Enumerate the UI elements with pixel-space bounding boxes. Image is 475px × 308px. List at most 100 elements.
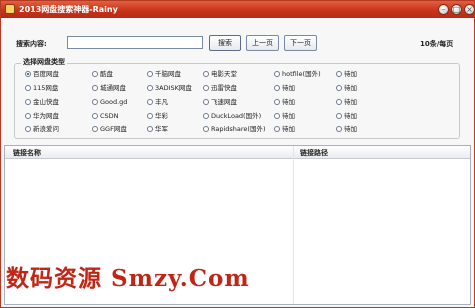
radio-icon[interactable] — [25, 71, 31, 77]
disk-option[interactable]: 迅雷快盘 — [203, 84, 237, 93]
disk-option[interactable]: 金山快盘 — [25, 98, 59, 107]
radio-icon[interactable] — [25, 113, 31, 119]
disk-option[interactable]: hotfile(国外) — [274, 70, 321, 79]
radio-icon[interactable] — [92, 126, 98, 132]
disk-option-label: 待加 — [282, 125, 295, 133]
radio-icon[interactable] — [147, 126, 153, 132]
disk-option-label: 丰凡 — [155, 98, 168, 106]
radio-icon[interactable] — [92, 85, 98, 91]
radio-icon[interactable] — [203, 113, 209, 119]
disk-option[interactable]: GGF网盘 — [92, 125, 127, 134]
disk-option-label: 华彩 — [155, 112, 168, 120]
disk-option[interactable]: 电影天堂 — [203, 70, 237, 79]
radio-icon[interactable] — [336, 113, 342, 119]
disk-option[interactable]: 飞速网盘 — [203, 98, 237, 107]
search-button[interactable]: 搜索 — [209, 35, 241, 51]
disk-option[interactable]: 待加 — [274, 84, 295, 93]
disk-option-label: 新浪爱问 — [33, 125, 59, 133]
radio-icon[interactable] — [25, 99, 31, 105]
disk-option-label: 华为网盘 — [33, 112, 59, 120]
radio-icon[interactable] — [92, 71, 98, 77]
disk-option[interactable]: 115网盘 — [25, 84, 58, 93]
radio-icon[interactable] — [336, 85, 342, 91]
disk-option[interactable]: Rapidshare(国外) — [203, 125, 266, 134]
disk-option[interactable]: 华为网盘 — [25, 112, 59, 121]
disk-option-label: 电影天堂 — [211, 70, 237, 78]
column-link-path[interactable]: 链接路径 — [300, 148, 328, 158]
disk-option-label: 待加 — [344, 98, 357, 106]
disk-option-label: Rapidshare(国外) — [211, 125, 266, 133]
radio-icon[interactable] — [25, 85, 31, 91]
disk-option[interactable]: 待加 — [274, 98, 295, 107]
disk-option[interactable]: 待加 — [274, 112, 295, 121]
app-icon — [5, 4, 15, 14]
disk-option-label: 酷盘 — [100, 70, 113, 78]
per-page-label: 10条/每页 — [420, 40, 454, 48]
disk-option[interactable]: 待加 — [336, 98, 357, 107]
disk-option-label: 待加 — [344, 112, 357, 120]
disk-option-label: 待加 — [344, 70, 357, 78]
disk-option-label: 115网盘 — [33, 84, 59, 92]
disk-option-label: 待加 — [282, 98, 295, 106]
radio-icon[interactable] — [147, 71, 153, 77]
disk-type-group-title: 选择网盘类型 — [21, 57, 67, 67]
disk-option-label: 待加 — [282, 84, 295, 92]
disk-option[interactable]: 待加 — [336, 125, 357, 134]
disk-option[interactable]: 待加 — [336, 70, 357, 79]
radio-icon[interactable] — [147, 113, 153, 119]
radio-icon[interactable] — [147, 85, 153, 91]
radio-icon[interactable] — [25, 126, 31, 132]
disk-option-label: 迅雷快盘 — [211, 84, 237, 92]
disk-option[interactable]: CSDN — [92, 112, 119, 121]
maximize-icon[interactable]: □ — [451, 4, 462, 15]
search-input[interactable] — [67, 36, 203, 49]
radio-icon[interactable] — [274, 85, 280, 91]
disk-option-label: 待加 — [344, 84, 357, 92]
disk-option-label: 城通网盘 — [100, 84, 126, 92]
disk-option-label: 百度网盘 — [33, 70, 59, 78]
disk-option-label: hotfile(国外) — [282, 70, 321, 78]
disk-option[interactable]: 酷盘 — [92, 70, 113, 79]
radio-icon[interactable] — [274, 71, 280, 77]
column-link-name[interactable]: 链接名称 — [13, 148, 41, 158]
main-window: 2013网盘搜索神器-Rainy – □ × 搜索内容: 搜索 上一页 下一页 … — [0, 0, 475, 308]
radio-icon[interactable] — [336, 126, 342, 132]
disk-option-label: 3ADISK网盘 — [155, 84, 192, 92]
minimize-icon[interactable]: – — [438, 4, 449, 15]
disk-option[interactable]: 待加 — [336, 112, 357, 121]
disk-option[interactable]: 华彩 — [147, 112, 168, 121]
disk-option-label: CSDN — [100, 112, 119, 120]
disk-option[interactable]: 华军 — [147, 125, 168, 134]
radio-icon[interactable] — [203, 126, 209, 132]
prev-page-button[interactable]: 上一页 — [246, 35, 279, 51]
search-label: 搜索内容: — [16, 40, 47, 48]
results-header: 链接名称 链接路径 — [5, 146, 470, 159]
title-bar[interactable]: 2013网盘搜索神器-Rainy – □ × — [1, 1, 475, 18]
disk-option[interactable]: DuckLoad(国外) — [203, 112, 261, 121]
close-icon[interactable]: × — [464, 4, 475, 15]
next-page-button[interactable]: 下一页 — [284, 35, 317, 51]
disk-option[interactable]: 待加 — [274, 125, 295, 134]
disk-option[interactable]: 城通网盘 — [92, 84, 126, 93]
disk-option[interactable]: 新浪爱问 — [25, 125, 59, 134]
disk-option-label: DuckLoad(国外) — [211, 112, 262, 120]
radio-icon[interactable] — [274, 113, 280, 119]
radio-icon[interactable] — [274, 126, 280, 132]
radio-icon[interactable] — [203, 85, 209, 91]
radio-icon[interactable] — [147, 99, 153, 105]
disk-option-label: GGF网盘 — [100, 125, 127, 133]
radio-icon[interactable] — [274, 99, 280, 105]
radio-icon[interactable] — [203, 99, 209, 105]
disk-option[interactable]: Good.gd — [92, 98, 127, 107]
disk-option-label: 千脑网盘 — [155, 70, 181, 78]
disk-option[interactable]: 千脑网盘 — [147, 70, 181, 79]
radio-icon[interactable] — [203, 71, 209, 77]
radio-icon[interactable] — [336, 99, 342, 105]
disk-option[interactable]: 待加 — [336, 84, 357, 93]
radio-icon[interactable] — [92, 113, 98, 119]
radio-icon[interactable] — [92, 99, 98, 105]
disk-option[interactable]: 丰凡 — [147, 98, 168, 107]
radio-icon[interactable] — [336, 71, 342, 77]
disk-option[interactable]: 百度网盘 — [25, 70, 59, 79]
disk-option[interactable]: 3ADISK网盘 — [147, 84, 192, 93]
